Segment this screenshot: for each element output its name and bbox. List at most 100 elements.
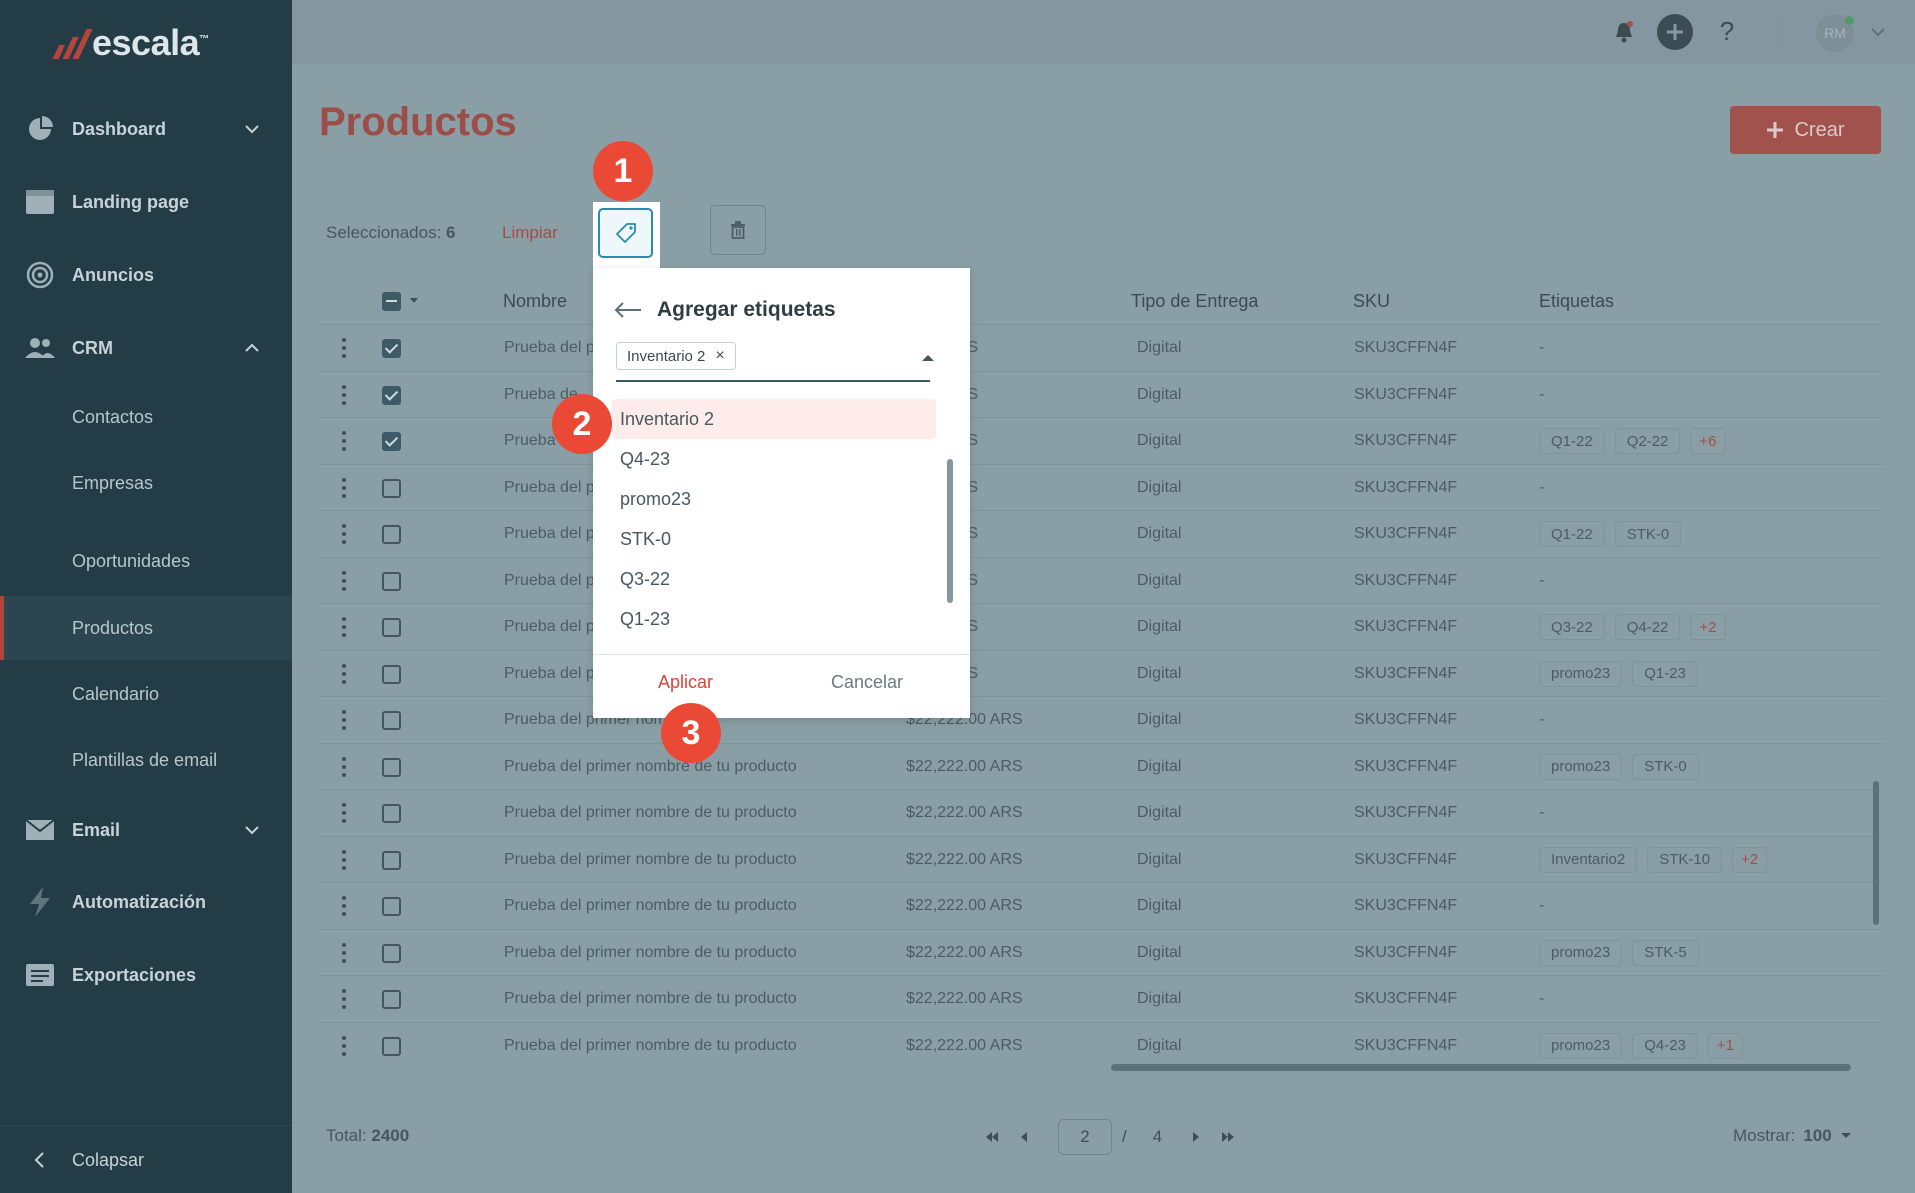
row-menu-icon[interactable] [342, 338, 346, 358]
options-scrollbar[interactable] [947, 459, 953, 603]
header-sku[interactable]: SKU [1353, 278, 1390, 324]
tag-option[interactable]: STK-0 [612, 519, 936, 559]
help-icon[interactable]: ? [1712, 16, 1742, 46]
notification-bell-icon[interactable] [1610, 18, 1638, 46]
apply-button[interactable]: Aplicar [658, 672, 713, 693]
sidebar-subitem-contactos[interactable]: Contactos [0, 385, 292, 449]
row-checkbox[interactable] [382, 850, 401, 870]
table-row[interactable]: Prueba del p:2.00 ARSDigitalSKU3CFFN4F- [320, 324, 1882, 371]
row-checkbox[interactable] [382, 757, 401, 777]
row-menu-icon[interactable] [342, 617, 346, 637]
header-delivery[interactable]: Tipo de Entrega [1131, 278, 1258, 324]
add-tags-button[interactable] [598, 208, 653, 258]
row-checkbox[interactable] [382, 664, 401, 684]
tag-badge[interactable]: promo23 [1539, 753, 1623, 780]
row-menu-icon[interactable] [342, 849, 346, 870]
tag-badge[interactable]: Q4-22 [1614, 614, 1681, 640]
table-row[interactable]: Prueba del p:2.00 ARSDigitalSKU3CFFN4FQ3… [320, 603, 1882, 650]
select-all-checkbox[interactable] [382, 291, 401, 311]
table-row[interactable]: Prueba del p:2.00 ARSDigitalSKU3CFFN4FQ1… [320, 510, 1882, 557]
more-tags-badge[interactable]: +1 [1707, 1032, 1744, 1059]
more-tags-badge[interactable]: +2 [1690, 614, 1726, 640]
row-checkbox[interactable] [382, 478, 401, 498]
more-tags-badge[interactable]: +2 [1732, 846, 1768, 873]
next-page-icon[interactable] [1184, 1125, 1208, 1149]
tag-option[interactable]: promo23 [612, 479, 936, 519]
create-button[interactable]: Crear [1730, 106, 1881, 154]
row-checkbox[interactable] [382, 432, 401, 451]
tag-badge[interactable]: promo23 [1539, 660, 1623, 687]
tag-badge[interactable]: Q3-22 [1539, 614, 1605, 640]
table-row[interactable]: Prueba del p:2.00 ARSDigitalSKU3CFFN4Fpr… [320, 649, 1882, 697]
table-row[interactable]: Prueba del primer nomb $22,222.00 ARS Digi… [320, 696, 1882, 743]
avatar[interactable]: RM [1816, 14, 1854, 52]
row-menu-icon[interactable] [342, 570, 346, 591]
page-input[interactable]: 2 [1058, 1119, 1112, 1155]
tag-badge[interactable]: Q2-22 [1614, 428, 1681, 454]
back-arrow-icon[interactable] [613, 301, 643, 319]
row-checkbox[interactable] [382, 571, 401, 591]
row-checkbox[interactable] [382, 618, 401, 637]
first-page-icon[interactable] [980, 1125, 1004, 1149]
tag-badge[interactable]: Q1-23 [1632, 660, 1698, 687]
row-checkbox[interactable] [382, 339, 401, 358]
row-menu-icon[interactable] [342, 710, 346, 730]
table-row[interactable]: Prueba del p:2.00 ARSDigitalSKU3CFFN4F- [320, 556, 1882, 604]
add-circle-icon[interactable] [1657, 14, 1693, 50]
sidebar-subitem-plantillas[interactable]: Plantillas de email [0, 728, 292, 792]
row-menu-icon[interactable] [342, 756, 346, 777]
select-all[interactable] [382, 278, 422, 324]
last-page-icon[interactable] [1216, 1125, 1240, 1149]
delete-button[interactable] [710, 205, 766, 255]
tag-badge[interactable]: Q1-22 [1539, 521, 1605, 547]
cancel-button[interactable]: Cancelar [831, 672, 903, 693]
chip-remove-icon[interactable]: × [715, 347, 724, 365]
tag-select-field[interactable]: Inventario 2 × [616, 340, 934, 382]
row-menu-icon[interactable] [342, 431, 346, 451]
more-tags-badge[interactable]: +6 [1690, 428, 1726, 454]
tag-badge[interactable]: Q1-22 [1539, 428, 1605, 454]
row-menu-icon[interactable] [342, 896, 346, 916]
row-menu-icon[interactable] [342, 989, 346, 1009]
sidebar-item-crm[interactable]: CRM [0, 324, 292, 372]
tag-badge[interactable]: Inventario2 [1539, 846, 1638, 873]
sidebar-subitem-calendario[interactable]: Calendario [0, 662, 292, 726]
row-checkbox[interactable] [382, 385, 401, 405]
tag-badge[interactable]: STK-0 [1614, 521, 1682, 547]
vertical-scrollbar[interactable] [1873, 781, 1879, 925]
tag-badge[interactable]: promo23 [1539, 939, 1623, 966]
row-menu-icon[interactable] [342, 663, 346, 684]
header-tags[interactable]: Etiquetas [1539, 278, 1614, 324]
table-row[interactable]: Prueba del primer nombre de tu producto $… [320, 975, 1882, 1022]
table-row[interactable]: Prueba del primer nombre de tu producto $… [320, 835, 1882, 883]
clear-selection-link[interactable]: Limpiar [502, 223, 558, 243]
row-menu-icon[interactable] [342, 384, 346, 405]
header-name[interactable]: Nombre [503, 278, 567, 324]
tag-badge[interactable]: STK-0 [1632, 753, 1699, 780]
table-row[interactable]: Prueba del primer nombre de tu producto $… [320, 742, 1882, 790]
row-checkbox[interactable] [382, 711, 401, 730]
page-size-select[interactable]: Mostrar: 100 [1733, 1126, 1852, 1146]
brand-logo[interactable]: escala™ [52, 22, 209, 64]
table-row[interactable]: Prueba del primer nombre de tu producto $… [320, 789, 1882, 836]
horizontal-scrollbar[interactable] [1111, 1064, 1851, 1071]
row-checkbox[interactable] [382, 525, 401, 544]
prev-page-icon[interactable] [1012, 1125, 1036, 1149]
sidebar-item-email[interactable]: Email [0, 806, 292, 854]
tag-badge[interactable]: STK-5 [1632, 939, 1699, 966]
sidebar-subitem-oportunidades[interactable]: Oportunidades [0, 529, 292, 593]
row-menu-icon[interactable] [342, 477, 346, 498]
tag-option[interactable]: Q3-22 [612, 559, 936, 599]
chevron-down-icon[interactable] [1870, 26, 1886, 38]
row-checkbox[interactable] [382, 990, 401, 1009]
sidebar-subitem-empresas[interactable]: Empresas [0, 451, 292, 515]
sidebar-item-dashboard[interactable]: Dashboard [0, 105, 292, 153]
table-row[interactable]: Prueba del primer nombre de tu producto $… [320, 1021, 1882, 1069]
tag-badge[interactable]: Q4-23 [1632, 1032, 1698, 1059]
caret-down-icon[interactable] [409, 297, 419, 305]
sidebar-item-exportaciones[interactable]: Exportaciones [0, 951, 292, 999]
collapse-sidebar-button[interactable]: Colapsar [0, 1136, 292, 1184]
table-row[interactable]: Prueba del p:2.00 ARSDigitalSKU3CFFN4F- [320, 463, 1882, 511]
tag-option[interactable]: Q1-23 [612, 599, 936, 639]
table-row[interactable]: Prueba del primer nombre de tu producto $… [320, 928, 1882, 976]
